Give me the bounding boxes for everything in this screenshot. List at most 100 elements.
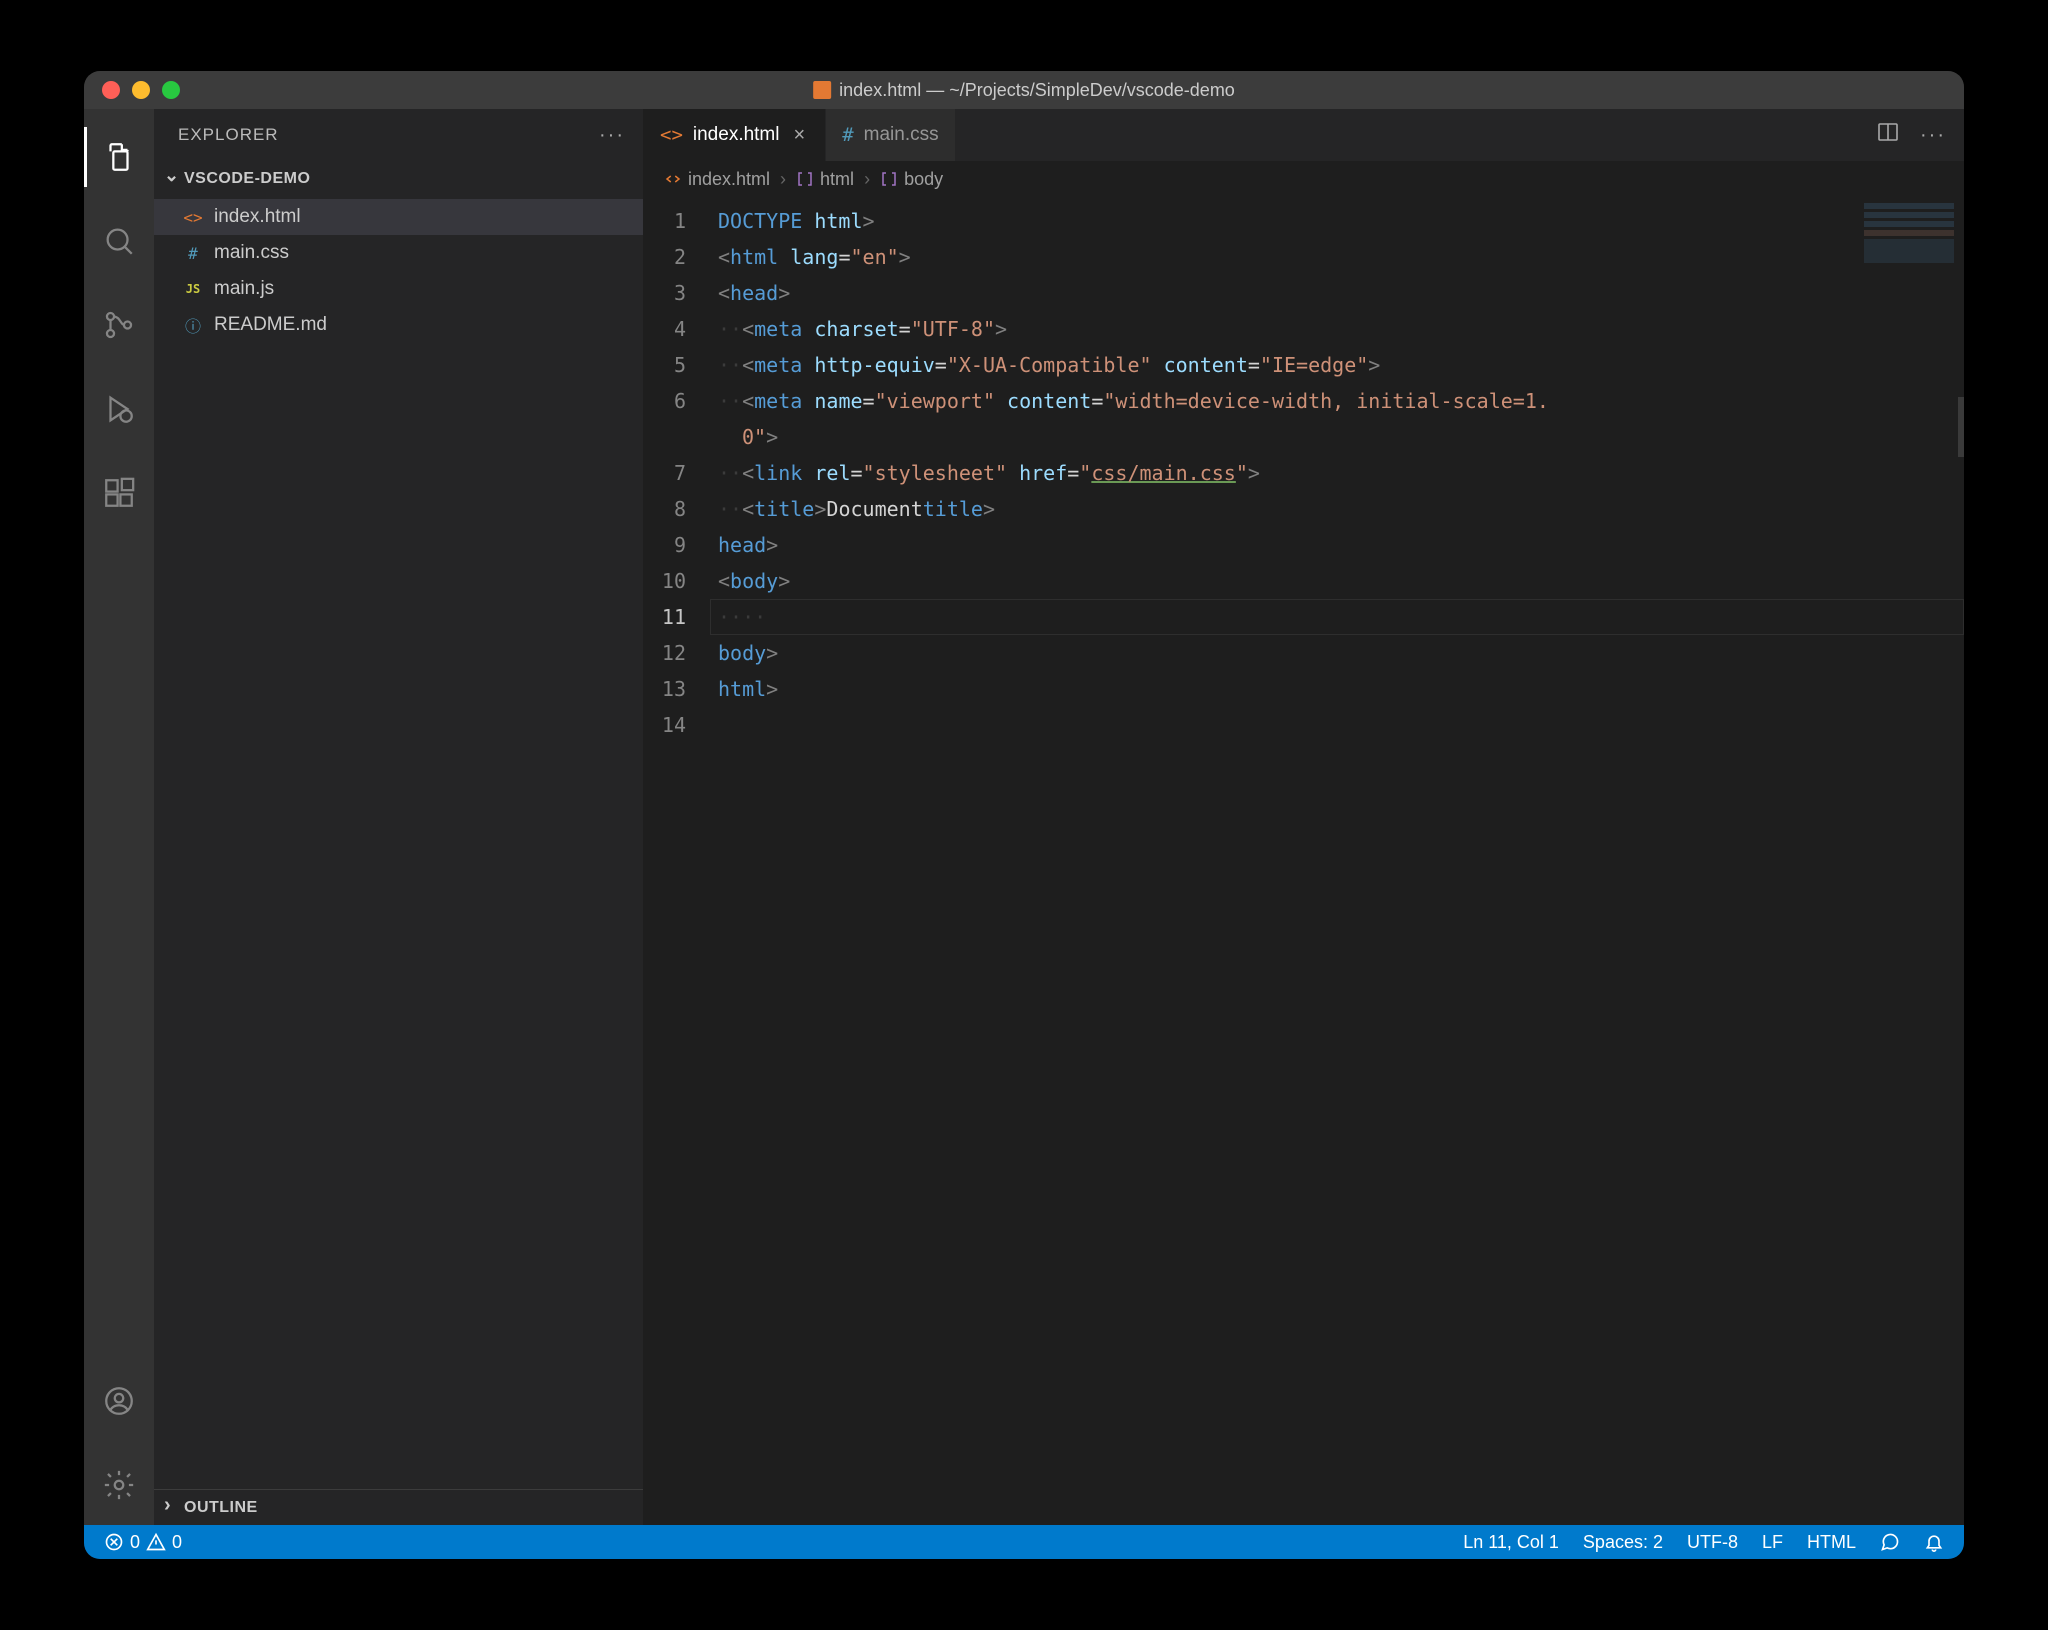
code-content[interactable]: DOCTYPE html><html lang="en"><head>··<me… — [710, 197, 1964, 1525]
settings-gear-icon[interactable] — [84, 1455, 154, 1515]
close-tab-icon[interactable]: × — [790, 124, 810, 147]
file-list: <> index.html # main.css JS main.js ⓘREADME.md — [154, 197, 643, 345]
explorer-icon[interactable] — [84, 127, 154, 187]
window-title: index.html — ~/Projects/SimpleDev/vscode… — [813, 80, 1235, 101]
close-window-button[interactable] — [102, 81, 120, 99]
tab-label: main.css — [864, 124, 939, 146]
code-line[interactable]: <head> — [710, 275, 1964, 311]
brackets-icon — [796, 170, 814, 188]
window-title-text: index.html — ~/Projects/SimpleDev/vscode… — [839, 80, 1235, 101]
file-row[interactable]: # main.css — [154, 235, 643, 271]
breadcrumb-label: html — [820, 169, 854, 190]
overview-ruler[interactable] — [1958, 397, 1964, 457]
breadcrumb-separator-icon — [862, 169, 872, 190]
breadcrumb-label: index.html — [688, 169, 770, 190]
line-number-gutter: 1234567891011121314 — [644, 197, 710, 1525]
line-number: 2 — [644, 239, 710, 275]
line-number: 13 — [644, 671, 710, 707]
more-editor-actions-icon[interactable]: ··· — [1920, 124, 1946, 147]
file-name: main.js — [214, 278, 274, 300]
outline-title: OUTLINE — [184, 1499, 258, 1517]
code-line[interactable]: html> — [710, 671, 1964, 707]
file-row[interactable]: <> index.html — [154, 199, 643, 235]
code-line[interactable]: ··<link rel="stylesheet" href="css/main.… — [710, 455, 1964, 491]
breadcrumb-label: body — [904, 169, 943, 190]
editor-actions: ··· — [1876, 109, 1964, 161]
code-line[interactable]: ··<title>Documenttitle> — [710, 491, 1964, 527]
brackets-icon — [880, 170, 898, 188]
code-line[interactable]: ···· — [710, 599, 1964, 635]
status-cursor-position[interactable]: Ln 11, Col 1 — [1457, 1532, 1565, 1553]
file-type-icon: ⓘ — [182, 313, 204, 337]
chevron-right-icon — [164, 1496, 178, 1519]
accounts-icon[interactable] — [84, 1371, 154, 1431]
status-bar: 0 0 Ln 11, Col 1 Spaces: 2 UTF-8 LF HTML — [84, 1525, 1964, 1559]
line-number: 3 — [644, 275, 710, 311]
maximize-window-button[interactable] — [162, 81, 180, 99]
file-type-icon: <> — [182, 208, 204, 227]
split-editor-icon[interactable] — [1876, 120, 1900, 150]
file-type-icon: # — [182, 244, 204, 263]
vscode-window: index.html — ~/Projects/SimpleDev/vscode… — [84, 71, 1964, 1559]
editor-tab[interactable]: #main.css — [826, 109, 955, 161]
explorer-header: EXPLORER ··· — [154, 109, 643, 161]
code-line[interactable]: 0"> — [710, 419, 1964, 455]
explorer-sidebar: EXPLORER ··· VSCODE-DEMO <> index.html # ma… — [154, 109, 644, 1525]
project-section-header[interactable]: VSCODE-DEMO — [154, 161, 643, 197]
file-row[interactable]: ⓘREADME.md — [154, 307, 643, 343]
line-number: 12 — [644, 635, 710, 671]
line-number: 9 — [644, 527, 710, 563]
status-language[interactable]: HTML — [1801, 1532, 1862, 1553]
file-name: index.html — [214, 206, 301, 228]
search-icon[interactable] — [84, 211, 154, 271]
file-type-icon — [813, 81, 831, 99]
code-line[interactable]: head> — [710, 527, 1964, 563]
editor-tabs: <> index.html × #main.css ··· — [644, 109, 1964, 161]
editor-tab[interactable]: <> index.html × — [644, 109, 826, 161]
minimap[interactable] — [1864, 203, 1954, 263]
breadcrumb-item[interactable]: body — [880, 169, 943, 190]
more-actions-icon[interactable]: ··· — [599, 124, 625, 147]
code-line[interactable]: DOCTYPE html> — [710, 203, 1964, 239]
code-line[interactable]: body> — [710, 635, 1964, 671]
file-name: main.css — [214, 242, 289, 264]
code-line[interactable]: ··<meta name="viewport" content="width=d… — [710, 383, 1964, 419]
run-debug-icon[interactable] — [84, 379, 154, 439]
code-line[interactable]: ··<meta http-equiv="X-UA-Compatible" con… — [710, 347, 1964, 383]
status-feedback-icon[interactable] — [1874, 1532, 1906, 1552]
status-eol[interactable]: LF — [1756, 1532, 1789, 1553]
breadcrumb-item[interactable]: index.html — [664, 169, 770, 190]
status-encoding[interactable]: UTF-8 — [1681, 1532, 1744, 1553]
tab-label: index.html — [693, 124, 780, 146]
line-number: 7 — [644, 455, 710, 491]
editor-area: <> index.html × #main.css ··· index.html htm… — [644, 109, 1964, 1525]
project-name: VSCODE-DEMO — [184, 170, 310, 188]
file-type-icon: <> — [660, 124, 683, 146]
file-type-icon: JS — [182, 282, 204, 296]
code-line[interactable]: <html lang="en"> — [710, 239, 1964, 275]
outline-section-header[interactable]: OUTLINE — [154, 1489, 643, 1525]
code-editor[interactable]: 1234567891011121314 DOCTYPE html><html l… — [644, 197, 1964, 1525]
breadcrumb-item[interactable]: html — [796, 169, 854, 190]
line-number: 5 — [644, 347, 710, 383]
code-line[interactable]: ··<meta charset="UTF-8"> — [710, 311, 1964, 347]
status-notifications-icon[interactable] — [1918, 1532, 1950, 1552]
code-line[interactable] — [710, 707, 1964, 743]
line-number: 1 — [644, 203, 710, 239]
line-number: 8 — [644, 491, 710, 527]
titlebar: index.html — ~/Projects/SimpleDev/vscode… — [84, 71, 1964, 109]
extensions-icon[interactable] — [84, 463, 154, 523]
line-number: 10 — [644, 563, 710, 599]
status-indentation[interactable]: Spaces: 2 — [1577, 1532, 1669, 1553]
source-control-icon[interactable] — [84, 295, 154, 355]
line-number: 14 — [644, 707, 710, 743]
minimize-window-button[interactable] — [132, 81, 150, 99]
line-number: 4 — [644, 311, 710, 347]
breadcrumbs[interactable]: index.html html body — [644, 161, 1964, 197]
code-icon — [664, 170, 682, 188]
error-count: 0 — [130, 1532, 140, 1553]
file-row[interactable]: JS main.js — [154, 271, 643, 307]
code-line[interactable]: <body> — [710, 563, 1964, 599]
status-problems[interactable]: 0 0 — [98, 1532, 188, 1553]
window-controls — [84, 81, 180, 99]
